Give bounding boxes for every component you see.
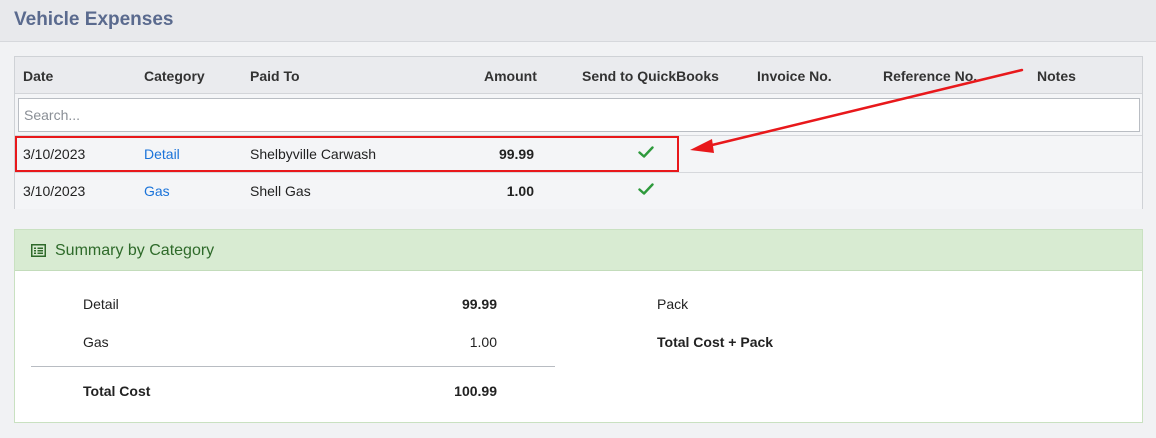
summary-item-label: Detail bbox=[83, 296, 119, 312]
list-icon bbox=[31, 244, 46, 257]
summary-panel-header: Summary by Category bbox=[15, 230, 1142, 271]
summary-pack-label: Pack bbox=[657, 296, 689, 312]
summary-item-value: 1.00 bbox=[469, 334, 497, 350]
summary-item-label: Gas bbox=[83, 334, 109, 350]
summary-panel: Summary by Category Detail 99.99 Gas 1.0… bbox=[14, 229, 1143, 423]
summary-item-value: 99.99 bbox=[461, 296, 497, 312]
summary-total-value: 100.99 bbox=[454, 383, 497, 399]
summary-title: Summary by Category bbox=[55, 242, 215, 259]
summary-divider bbox=[31, 366, 555, 367]
summary-total-pack-label: Total Cost + Pack bbox=[657, 334, 774, 350]
summary-total-label: Total Cost bbox=[83, 383, 151, 399]
